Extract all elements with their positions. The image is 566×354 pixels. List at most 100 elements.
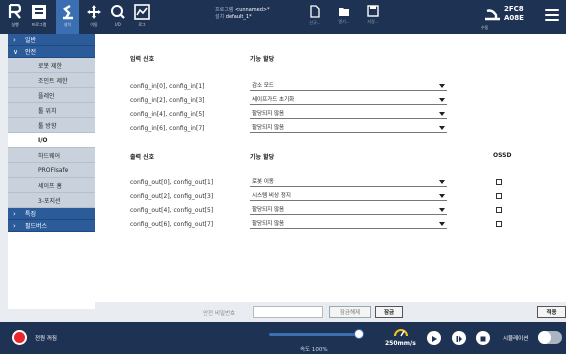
simulation-toggle[interactable] xyxy=(538,331,562,344)
sidebar-item-3[interactable]: 조인트 제한 xyxy=(8,73,95,88)
input-function-value-0: 감소 모드 xyxy=(252,83,274,89)
input-function-select-0[interactable]: 감소 모드 xyxy=(250,82,447,91)
program-tab[interactable]: 프로그램 xyxy=(28,0,50,34)
stop-icon xyxy=(480,336,486,342)
dropdown-arrow-icon xyxy=(439,208,445,212)
safety-io-panel: 입력 신호 기능 할당 config_in[0], config_in[1] 감… xyxy=(95,34,566,309)
save-file-button[interactable]: 저장... xyxy=(364,0,382,34)
sidebar-item-label: 플레인 xyxy=(38,92,55,100)
input-function-select-2[interactable]: 할당되지 않음 xyxy=(250,110,447,119)
input-function-select-1[interactable]: 세이프가드 초기화 xyxy=(250,96,447,105)
dropdown-arrow-icon xyxy=(439,194,445,198)
ossd-checkbox-1[interactable] xyxy=(496,193,502,199)
speedometer-icon xyxy=(394,329,408,337)
sidebar-item-12[interactable]: › 특징 xyxy=(8,208,95,220)
installation-tab-label: 설치 xyxy=(63,22,72,27)
move-tab-label: 이동 xyxy=(90,22,98,27)
ossd-checkbox-3[interactable] xyxy=(496,221,502,227)
output-function-select-1[interactable]: 시스템 비상 정지 xyxy=(250,192,447,201)
sidebar-item-label: 일반 xyxy=(25,37,37,44)
dropdown-arrow-icon xyxy=(439,84,445,88)
sidebar-item-2[interactable]: 로봇 제한 xyxy=(8,58,95,73)
sidebar-item-13[interactable]: › 필드버스 xyxy=(8,220,95,232)
sidebar-item-label: 툴 방향 xyxy=(38,122,57,130)
output-function-value-0: 로봇 이동 xyxy=(252,179,274,185)
output-row-label-0: config_out[0], config_out[1] xyxy=(130,179,214,186)
new-file-label: 신규... xyxy=(309,20,321,25)
chevron-right-icon: › xyxy=(13,35,16,44)
hamburger-menu-icon[interactable] xyxy=(545,9,559,23)
input-function-header: 기능 할당 xyxy=(250,56,275,63)
output-function-select-0[interactable]: 로봇 이동 xyxy=(250,178,447,187)
dropdown-arrow-icon xyxy=(439,126,445,130)
stop-button[interactable] xyxy=(476,331,490,345)
sidebar-item-label: 3-포지션 xyxy=(38,197,61,205)
open-file-label: 열기... xyxy=(338,19,350,24)
input-row-label-1: config_in[2], config_in[3] xyxy=(130,97,205,104)
sidebar-item-10[interactable]: 세이프 홈 xyxy=(8,178,95,193)
log-tab[interactable]: 로그 xyxy=(131,0,153,34)
input-function-value-1: 세이프가드 초기화 xyxy=(252,97,295,103)
io-magnifier-icon xyxy=(111,5,125,19)
run-tab[interactable]: 실행 xyxy=(4,0,26,34)
power-status-label: 전원 꺼짐 xyxy=(35,336,57,342)
chevron-right-icon: › xyxy=(13,209,16,218)
top-bar: 실행 프로그램 설치 이동 I/O 로그 프로그램 <unnamed>* 설치 … xyxy=(0,0,566,34)
installation-tab[interactable]: 설치 xyxy=(56,0,79,34)
sidebar-item-11[interactable]: 3-포지션 xyxy=(8,193,95,208)
sidebar-item-8[interactable]: 하드웨어 xyxy=(8,148,95,163)
power-button[interactable] xyxy=(12,330,27,345)
sidebar-item-1[interactable]: ∨ 안전 xyxy=(8,46,95,58)
robot-serial: 2FC8 A08E xyxy=(504,5,524,23)
dropdown-arrow-icon xyxy=(439,112,445,116)
robot-arm-icon[interactable] xyxy=(484,5,502,21)
chevron-right-icon: › xyxy=(13,221,16,230)
sidebar-item-label: 필드버스 xyxy=(25,223,48,230)
output-function-select-2[interactable]: 할당되지 않음 xyxy=(250,206,447,215)
input-function-value-2: 할당되지 않음 xyxy=(252,111,285,117)
apply-button[interactable]: 적용 xyxy=(537,306,566,318)
sidebar-item-9[interactable]: PROFIsafe xyxy=(8,163,95,178)
program-info: 프로그램 <unnamed>* 설치 default_1* xyxy=(215,7,270,21)
output-signal-header: 출력 신호 xyxy=(130,154,155,161)
run-tab-label: 실행 xyxy=(11,22,19,27)
sidebar-item-label: 하드웨어 xyxy=(38,152,61,160)
mode-label: 수동 xyxy=(481,25,489,30)
speed-slider-handle[interactable] xyxy=(354,329,364,339)
sidebar-item-label: 세이프 홈 xyxy=(38,182,62,190)
sidebar-item-6[interactable]: 툴 방향 xyxy=(8,118,95,133)
safety-password-input[interactable] xyxy=(253,306,323,318)
dropdown-arrow-icon xyxy=(439,98,445,102)
simulation-toggle-knob xyxy=(538,331,551,344)
play-button[interactable] xyxy=(427,331,441,345)
output-row-label-2: config_out[4], config_out[5] xyxy=(130,207,214,214)
dropdown-arrow-icon xyxy=(439,222,445,226)
output-function-value-1: 시스템 비상 정지 xyxy=(252,193,291,199)
open-file-button[interactable]: 열기... xyxy=(335,0,353,34)
install-info-key: 설치 xyxy=(215,14,225,20)
ossd-header: OSSD xyxy=(493,152,512,159)
new-file-button[interactable]: 신규... xyxy=(306,0,324,34)
sidebar-item-label: 로봇 제한 xyxy=(38,62,62,70)
ossd-checkbox-0[interactable] xyxy=(496,179,502,185)
folder-icon xyxy=(339,8,349,16)
installation-robot-icon xyxy=(62,4,73,20)
ossd-checkbox-2[interactable] xyxy=(496,207,502,213)
sidebar-item-4[interactable]: 플레인 xyxy=(8,88,95,103)
sidebar-item-0[interactable]: › 일반 xyxy=(8,34,95,46)
lock-button[interactable]: 잠금 xyxy=(375,306,403,318)
io-tab[interactable]: I/O xyxy=(107,0,129,34)
unlock-button[interactable]: 잠금해제 xyxy=(329,306,371,318)
output-function-header: 기능 할당 xyxy=(250,154,275,161)
sidebar-item-label: I/O xyxy=(38,136,48,144)
program-tab-label: 프로그램 xyxy=(31,22,47,27)
serial-line-1: 2FC8 xyxy=(504,5,524,13)
step-button[interactable] xyxy=(452,331,466,345)
move-tab[interactable]: 이동 xyxy=(83,0,105,34)
input-function-select-3[interactable]: 할당되지 않음 xyxy=(250,124,447,133)
speed-slider[interactable] xyxy=(269,333,361,336)
sidebar-item-5[interactable]: 툴 위치 xyxy=(8,103,95,118)
sidebar-item-7[interactable]: I/O xyxy=(8,133,95,148)
output-function-select-3[interactable]: 할당되지 않음 xyxy=(250,220,447,229)
output-row-label-3: config_out[6], config_out[7] xyxy=(130,221,214,228)
